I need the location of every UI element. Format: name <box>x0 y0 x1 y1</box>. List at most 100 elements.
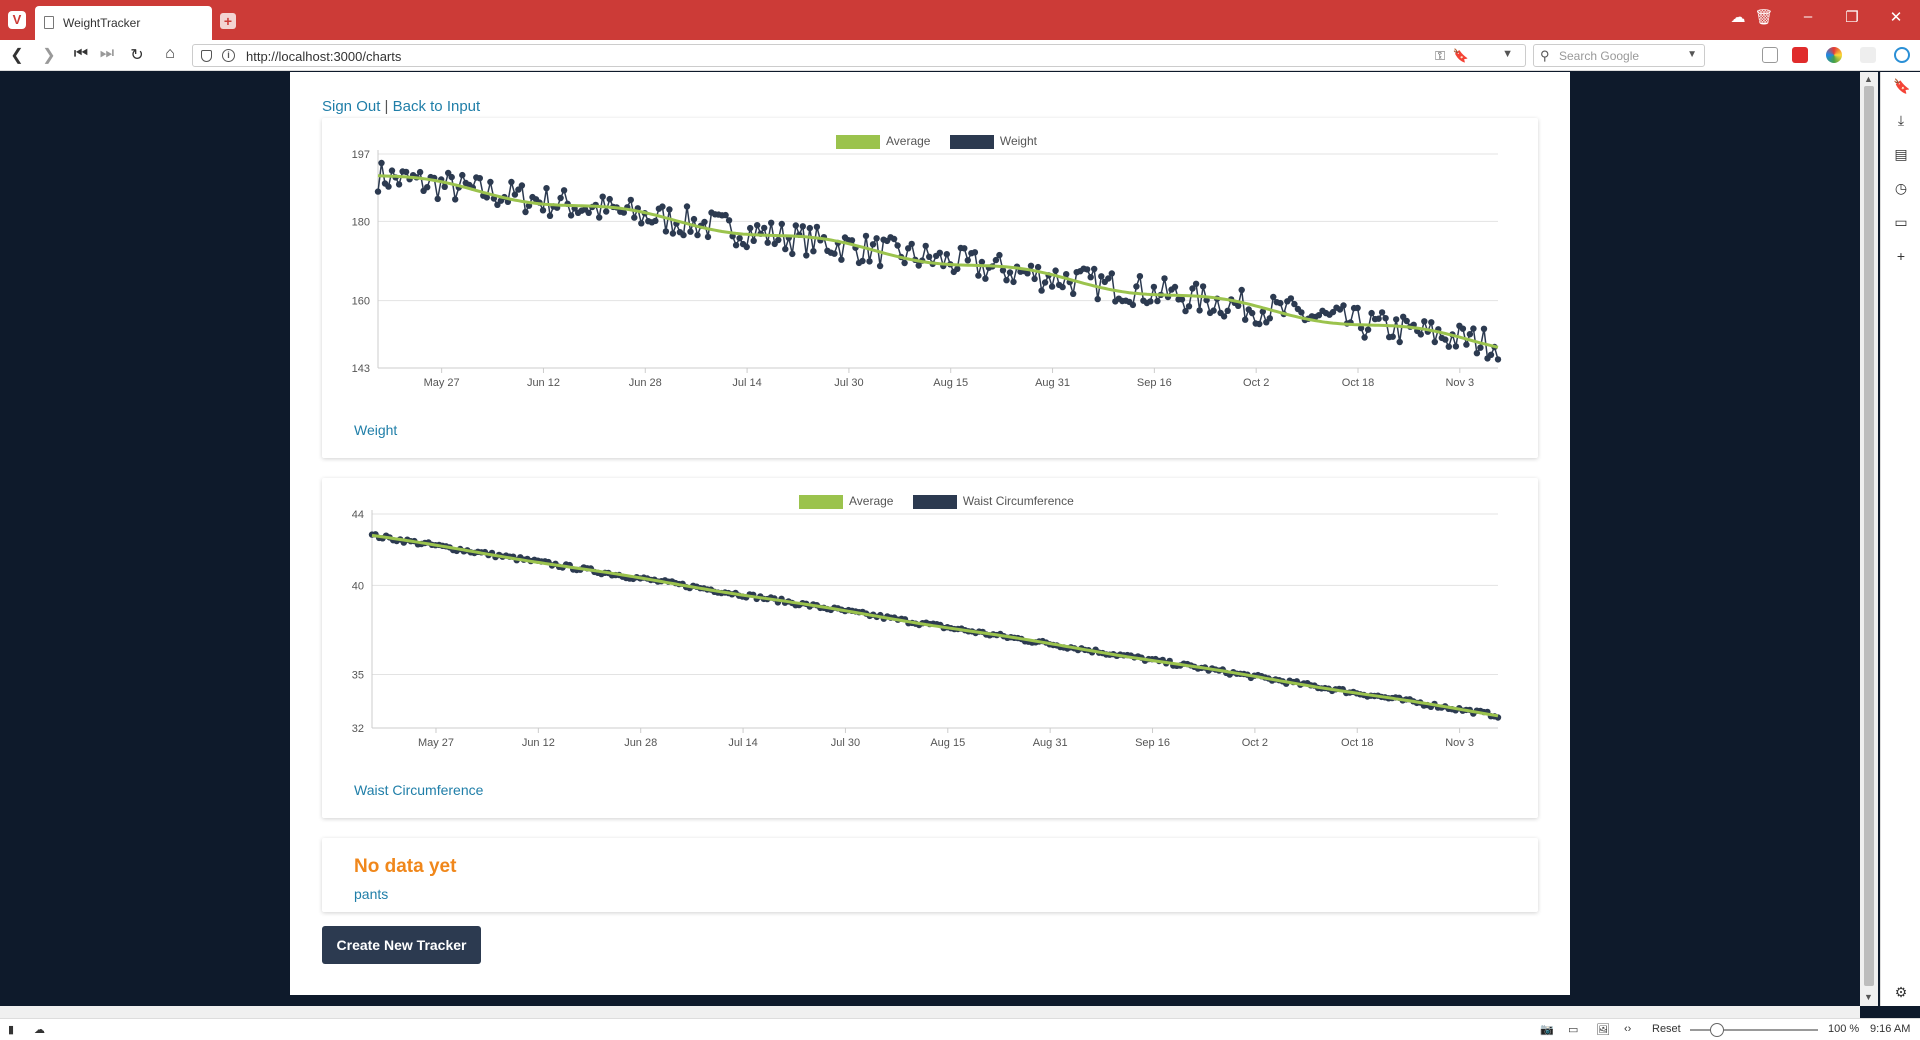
data-point[interactable] <box>606 195 613 203</box>
data-point[interactable] <box>1108 270 1115 277</box>
data-point[interactable] <box>1161 275 1168 282</box>
data-point[interactable] <box>603 208 610 215</box>
data-point[interactable] <box>1431 338 1439 346</box>
data-point[interactable] <box>701 218 708 226</box>
data-point[interactable] <box>964 257 971 264</box>
data-point[interactable] <box>768 219 775 226</box>
data-point[interactable] <box>982 275 989 282</box>
data-point[interactable] <box>743 243 750 251</box>
data-point[interactable] <box>1027 262 1035 269</box>
forward-button[interactable]: ❯ <box>38 45 60 65</box>
data-point[interactable] <box>476 175 483 182</box>
data-point[interactable] <box>402 168 410 176</box>
data-point[interactable] <box>1378 309 1386 316</box>
data-point[interactable] <box>627 196 634 204</box>
data-point[interactable] <box>1052 267 1059 274</box>
url-text[interactable]: http://localhost:3000/charts <box>246 49 401 64</box>
data-point[interactable] <box>873 235 880 242</box>
data-point[interactable] <box>1178 296 1186 303</box>
home-button[interactable]: ⌂ <box>159 45 181 63</box>
data-point[interactable] <box>388 167 396 174</box>
data-point[interactable] <box>1196 307 1203 314</box>
data-point[interactable] <box>557 194 564 202</box>
data-point[interactable] <box>778 220 785 228</box>
data-point[interactable] <box>1452 343 1460 350</box>
data-point[interactable] <box>1249 309 1256 317</box>
data-point[interactable] <box>954 265 961 273</box>
extension-red-icon[interactable] <box>1792 47 1808 63</box>
data-point[interactable] <box>596 214 603 221</box>
horizontal-scrollbar[interactable] <box>0 1006 1860 1018</box>
data-point[interactable] <box>662 228 670 235</box>
data-point[interactable] <box>971 249 979 256</box>
data-point[interactable] <box>1287 295 1295 302</box>
window-icon[interactable]: ▭ <box>1893 214 1909 231</box>
data-point[interactable] <box>1361 334 1368 341</box>
data-point[interactable] <box>810 248 817 255</box>
bookmarks-icon[interactable]: 🔖 <box>1893 78 1910 95</box>
chevron-down-icon[interactable]: ▼ <box>1687 49 1697 60</box>
key-icon[interactable]: ⚿ <box>1435 48 1445 64</box>
data-point[interactable] <box>750 237 757 244</box>
trash-icon[interactable]: 🗑 <box>1752 8 1776 26</box>
data-point[interactable] <box>1421 318 1428 325</box>
data-point[interactable] <box>599 193 606 200</box>
data-point[interactable] <box>1059 283 1066 291</box>
data-point[interactable] <box>385 183 392 190</box>
data-point[interactable] <box>395 181 403 188</box>
data-point[interactable] <box>1487 351 1495 358</box>
data-point[interactable] <box>448 173 455 181</box>
data-point[interactable] <box>378 159 385 167</box>
data-point[interactable] <box>803 252 810 259</box>
data-point[interactable] <box>1389 333 1396 340</box>
data-point[interactable] <box>680 231 687 239</box>
data-point[interactable] <box>996 251 1003 259</box>
search-input[interactable]: ⚲ Search Google ▼ <box>1533 44 1705 67</box>
data-point[interactable] <box>1393 316 1400 323</box>
data-point[interactable] <box>1150 283 1158 291</box>
pants-tracker-link[interactable]: pants <box>354 886 388 902</box>
data-point[interactable] <box>1459 325 1467 332</box>
data-point[interactable] <box>631 214 638 221</box>
data-point[interactable] <box>961 245 968 252</box>
data-point[interactable] <box>1136 273 1144 280</box>
vivaldi-logo-icon[interactable]: V <box>8 11 26 29</box>
scroll-down-icon[interactable]: ▼ <box>1864 992 1873 1002</box>
data-point[interactable] <box>1354 304 1361 312</box>
data-point[interactable] <box>1185 303 1193 310</box>
data-point[interactable] <box>704 233 712 241</box>
data-point[interactable] <box>725 217 733 224</box>
data-point[interactable] <box>736 235 743 242</box>
data-point[interactable] <box>1340 302 1347 309</box>
info-icon[interactable]: i <box>222 49 235 62</box>
data-point[interactable] <box>862 232 870 240</box>
data-point[interactable] <box>1192 280 1200 287</box>
data-point[interactable] <box>1382 315 1389 322</box>
data-point[interactable] <box>1094 295 1101 303</box>
data-point[interactable] <box>567 212 575 219</box>
data-point[interactable] <box>869 241 877 248</box>
data-point[interactable] <box>890 235 898 243</box>
data-point[interactable] <box>1277 299 1284 307</box>
data-point[interactable] <box>866 258 873 265</box>
data-point[interactable] <box>1038 287 1045 294</box>
data-point[interactable] <box>1477 344 1484 351</box>
data-point[interactable] <box>522 208 529 216</box>
data-point[interactable] <box>936 249 943 256</box>
data-point[interactable] <box>1256 320 1263 328</box>
page-actions-icon[interactable]: ‹› <box>1624 1023 1631 1035</box>
data-point[interactable] <box>876 262 884 270</box>
sync-cloud-icon[interactable]: ☁ <box>34 1023 45 1036</box>
chevron-down-icon[interactable]: ▼ <box>1502 48 1513 60</box>
weight-chart-label[interactable]: Weight <box>354 422 397 438</box>
data-point[interactable] <box>1171 283 1179 291</box>
data-point[interactable] <box>1048 283 1056 290</box>
settings-gear-icon[interactable]: ⚙ <box>1893 984 1909 1001</box>
data-point[interactable] <box>1480 325 1488 332</box>
shield-icon[interactable] <box>201 50 212 62</box>
scroll-thumb[interactable] <box>1864 86 1874 986</box>
data-point[interactable] <box>1091 265 1098 273</box>
data-point[interactable] <box>722 211 729 219</box>
add-panel-icon[interactable]: + <box>1893 248 1909 264</box>
data-point[interactable] <box>1428 319 1435 326</box>
